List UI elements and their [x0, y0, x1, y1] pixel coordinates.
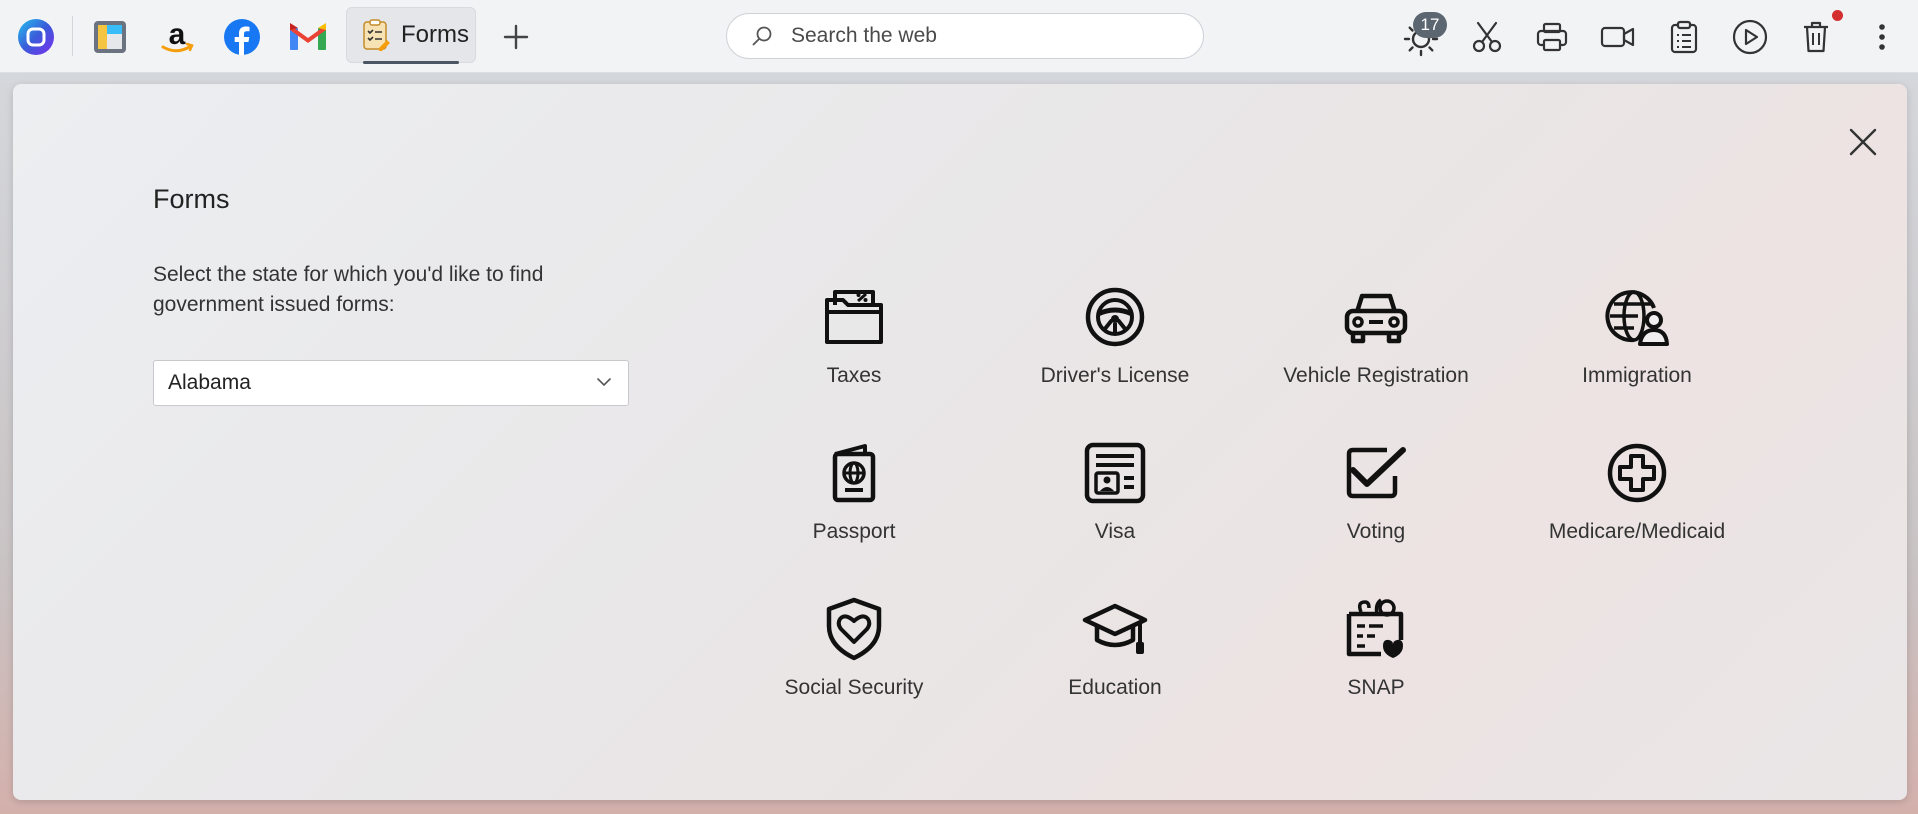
form-drivers-license[interactable]: Driver's License: [995, 280, 1235, 410]
form-visa[interactable]: Visa: [995, 436, 1235, 566]
form-label: SNAP: [1347, 676, 1405, 699]
clipboard-list-icon[interactable]: [1665, 18, 1703, 56]
play-circle-icon[interactable]: [1731, 18, 1769, 56]
form-vehicle-registration[interactable]: Vehicle Registration: [1256, 280, 1496, 410]
trash-icon[interactable]: [1797, 18, 1835, 56]
scissors-icon[interactable]: [1468, 18, 1506, 56]
form-taxes[interactable]: Taxes: [734, 280, 974, 410]
steering-wheel-icon: [1085, 287, 1145, 347]
folder-percent-icon: [825, 290, 883, 344]
amazon-icon[interactable]: a: [156, 16, 198, 58]
globe-person-icon: [1605, 290, 1669, 346]
search-input[interactable]: [789, 23, 1173, 49]
form-label: Social Security: [784, 676, 924, 699]
app-logo-icon[interactable]: [16, 17, 56, 57]
web-search-box[interactable]: [726, 13, 1204, 59]
chevron-down-icon: [597, 378, 611, 387]
toolbar-divider: [72, 16, 73, 56]
state-select-description: Select the state for which you'd like to…: [153, 263, 544, 316]
weather-badge: 17: [1413, 12, 1447, 38]
tab-forms[interactable]: Forms: [346, 7, 476, 64]
form-label: Voting: [1346, 520, 1406, 543]
passport-icon: [832, 444, 876, 503]
video-camera-icon[interactable]: [1599, 18, 1637, 56]
form-label: Immigration: [1582, 364, 1692, 387]
page-title: Forms: [153, 184, 230, 214]
form-label: Medicare/Medicaid: [1548, 520, 1726, 543]
plus-icon: [503, 24, 529, 50]
form-label: Education: [1068, 676, 1162, 699]
form-medicare-medicaid[interactable]: Medicare/Medicaid: [1517, 436, 1757, 566]
browser-toolbar: a Forms Search the web 17: [0, 0, 1918, 73]
more-options-icon[interactable]: [1868, 18, 1896, 56]
svg-text:a: a: [169, 18, 186, 51]
facebook-icon[interactable]: [222, 17, 262, 57]
close-icon: [1849, 128, 1877, 156]
form-label: Vehicle Registration: [1283, 364, 1469, 387]
form-label: Taxes: [826, 364, 882, 387]
new-tab-button[interactable]: [498, 19, 534, 55]
clipboard-check-icon: [363, 19, 390, 51]
form-education[interactable]: Education: [995, 592, 1235, 722]
car-icon: [1344, 293, 1408, 344]
search-icon: [752, 26, 772, 46]
plus-circle-icon: [1607, 443, 1667, 503]
form-immigration[interactable]: Immigration: [1517, 280, 1757, 410]
notification-dot: [1832, 10, 1843, 21]
gmail-icon[interactable]: [287, 19, 329, 55]
close-button[interactable]: [1843, 122, 1883, 162]
checkbox-icon: [1346, 447, 1406, 499]
form-passport[interactable]: Passport: [734, 436, 974, 566]
form-label: Driver's License: [1040, 364, 1190, 387]
tab-forms-label: Forms: [401, 21, 469, 48]
graduation-cap-icon: [1082, 603, 1148, 654]
printer-icon[interactable]: [1533, 18, 1571, 56]
forms-panel: Forms Select the state for which you'd l…: [13, 84, 1907, 800]
active-tab-indicator: [363, 61, 459, 64]
id-card-icon: [1084, 442, 1146, 504]
tab-manager-icon[interactable]: [90, 17, 130, 57]
form-label: Passport: [812, 520, 896, 543]
state-select-value: Alabama: [168, 371, 251, 394]
grocery-basket-icon: [1346, 598, 1404, 658]
shield-heart-icon: [826, 597, 882, 661]
state-select[interactable]: Alabama: [153, 360, 629, 406]
form-label: Visa: [1094, 520, 1136, 543]
form-snap[interactable]: SNAP: [1256, 592, 1496, 722]
form-social-security[interactable]: Social Security: [734, 592, 974, 722]
form-voting[interactable]: Voting: [1256, 436, 1496, 566]
